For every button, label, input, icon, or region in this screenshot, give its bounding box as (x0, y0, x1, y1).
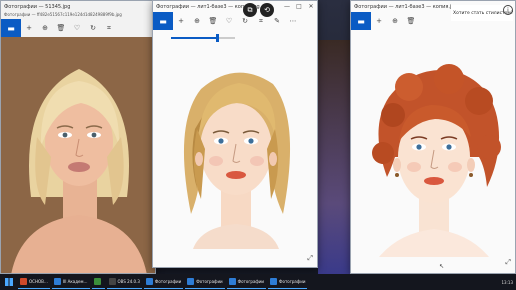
background-photo-strip (318, 40, 352, 274)
photos-window-right: Фотографии — лит1-базе3 — копия.jpg ▬ + … (350, 0, 516, 274)
taskbar-item[interactable]: III Академ… (51, 276, 90, 289)
taskbar-item[interactable]: Фотографии (268, 276, 308, 289)
taskbar-item[interactable] (91, 276, 105, 289)
add-icon[interactable]: + (173, 12, 189, 30)
window-titlebar: Фотографии — 51345.jpg (1, 1, 155, 12)
taskbar: ОСНОВ… III Академ… OBS 24.0.3 Фотографии Фот… (0, 274, 516, 290)
crop-icon[interactable]: ⌗ (101, 19, 117, 37)
heart-icon[interactable]: ♡ (69, 19, 85, 37)
expand-icon[interactable]: ⤢ (505, 258, 511, 267)
delete-icon[interactable]: 🗑 (205, 12, 221, 30)
zoom-in-icon[interactable]: ⊕ (387, 12, 403, 30)
minimize-button[interactable]: — (281, 3, 293, 10)
window-title: Фотографии — 51345.jpg (4, 3, 71, 10)
zoom-slider[interactable] (171, 34, 235, 42)
taskbar-item-label: Фотографии (237, 279, 265, 284)
face-illustration-redhead (359, 57, 509, 257)
add-icon[interactable]: + (371, 12, 387, 30)
zoom-slider-fill (171, 37, 218, 39)
app-icon (270, 278, 278, 285)
mouse-cursor: ↖ (439, 263, 445, 270)
taskbar-item-label: Фотографии (196, 279, 223, 284)
rotate-icon[interactable]: ↻ (85, 19, 101, 37)
zoom-in-icon[interactable]: ⊕ (37, 19, 53, 37)
taskbar-item-label: Фотографии (154, 279, 182, 284)
delete-icon[interactable]: 🗑 (403, 12, 419, 30)
zoom-slider-thumb[interactable] (216, 34, 220, 42)
maximize-button[interactable]: □ (293, 3, 305, 10)
taskbar-item-label: III Академ… (62, 279, 88, 284)
heart-icon[interactable]: ♡ (221, 12, 237, 30)
taskbar-item-label: Фотографии (279, 279, 306, 284)
zoom-in-icon[interactable]: ⊕ (189, 12, 205, 30)
photo-toolbar: ▬ + ⊕ 🗑 ♡ ↻ ⌗ ✎ ⋯ (153, 12, 317, 30)
rotate-icon[interactable]: ↻ (237, 12, 253, 30)
taskbar-item[interactable]: Фотографии (226, 276, 267, 289)
info-icon[interactable]: i (503, 5, 513, 15)
folder-button[interactable]: ▬ (153, 12, 173, 30)
face-illustration-blonde (161, 49, 311, 249)
folder-button[interactable]: ▬ (1, 19, 21, 37)
window-subtitle: Фотографии — ff482e51567c119e124d1d82498… (4, 12, 122, 17)
taskbar-item[interactable]: OBS 24.0.3 (106, 276, 142, 289)
crop-icon[interactable]: ⌗ (253, 12, 269, 30)
edit-icon[interactable]: ✎ (269, 12, 285, 30)
taskbar-item-label: OBS 24.0.3 (117, 279, 140, 284)
add-icon[interactable]: + (21, 19, 37, 37)
window-titlebar: Фотографии — лит1-базе3 — копия.jpg — □ … (153, 1, 317, 12)
taskbar-item[interactable]: Фотографии (185, 276, 225, 289)
photos-window-left: Фотографии — 51345.jpg Фотографии — ff48… (0, 0, 156, 274)
folder-button[interactable]: ▬ (351, 12, 371, 30)
app-icon (20, 278, 27, 285)
app-icon (53, 278, 61, 285)
photo-woman (1, 37, 155, 273)
taskbar-items: ОСНОВ… III Академ… OBS 24.0.3 Фотографии Фот… (18, 276, 308, 289)
app-icon (145, 278, 153, 285)
taskbar-item[interactable]: Фотографии (143, 276, 184, 289)
clock: 13:13 (501, 279, 513, 285)
app-icon (93, 278, 101, 285)
photo-toolbar: ▬ + ⊕ 🗑 ♡ ↻ ⌗ (1, 19, 155, 37)
more-icon[interactable]: ⋯ (285, 12, 301, 30)
taskbar-item-label: ОСНОВ… (29, 279, 48, 284)
close-button[interactable]: ✕ (305, 3, 317, 10)
expand-icon[interactable]: ⤢ (307, 254, 313, 263)
app-icon (187, 278, 195, 285)
taskbar-item[interactable]: ОСНОВ… (18, 276, 50, 289)
system-tray: 13:13 (501, 280, 516, 285)
delete-icon[interactable]: 🗑 (53, 19, 69, 37)
app-icon (228, 278, 236, 285)
photos-window-middle: Фотографии — лит1-базе3 — копия.jpg — □ … (152, 0, 318, 268)
app-icon (108, 278, 116, 285)
start-button[interactable] (2, 275, 16, 289)
